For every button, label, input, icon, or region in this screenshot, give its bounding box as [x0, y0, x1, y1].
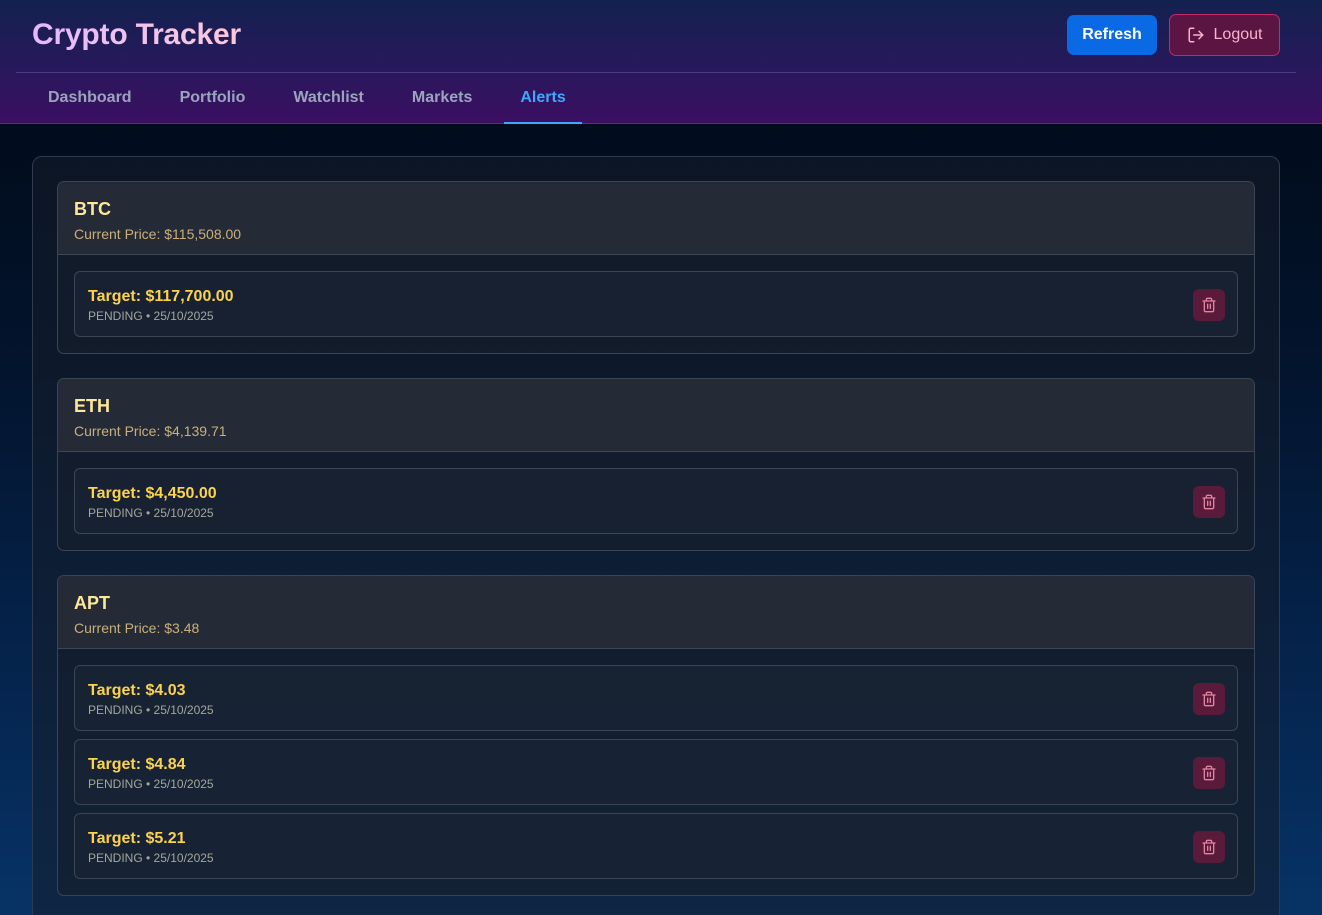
logout-button-label: Logout — [1213, 26, 1263, 43]
alert-status: PENDING • 25/10/2025 — [88, 703, 214, 717]
alert-target: Target: $4.84 — [88, 756, 186, 773]
logout-icon — [1188, 27, 1204, 43]
alert-target: Target: $117,700.00 — [88, 288, 234, 305]
alert-status: PENDING • 25/10/2025 — [88, 506, 214, 520]
tab-alerts[interactable]: Alerts — [504, 73, 583, 124]
trash-icon — [1202, 839, 1216, 855]
main-tabs: Dashboard Portfolio Watchlist Markets Al… — [32, 73, 598, 124]
coin-card-btc: BTC Current Price: $115,508.00 Target: $… — [57, 181, 1255, 354]
delete-alert-button[interactable] — [1193, 683, 1225, 715]
coin-card-header: APT Current Price: $3.48 — [58, 576, 1254, 649]
alert-target: Target: $4,450.00 — [88, 485, 217, 502]
alert-target: Target: $5.21 — [88, 830, 186, 847]
coin-card-eth: ETH Current Price: $4,139.71 Target: $4,… — [57, 378, 1255, 551]
alert-item: Target: $4.03 PENDING • 25/10/2025 — [74, 665, 1238, 731]
tab-watchlist[interactable]: Watchlist — [277, 73, 380, 123]
trash-icon — [1202, 297, 1216, 313]
logout-button[interactable]: Logout — [1169, 14, 1280, 56]
coin-symbol: BTC — [74, 199, 111, 219]
delete-alert-button[interactable] — [1193, 486, 1225, 518]
app-header: Crypto Tracker Refresh Logout Dashboard … — [0, 0, 1322, 124]
coin-card-header: ETH Current Price: $4,139.71 — [58, 379, 1254, 452]
coin-symbol: APT — [74, 593, 110, 613]
refresh-button-label: Refresh — [1082, 26, 1142, 43]
refresh-button[interactable]: Refresh — [1067, 15, 1157, 55]
alert-status: PENDING • 25/10/2025 — [88, 777, 214, 791]
alert-status: PENDING • 25/10/2025 — [88, 309, 214, 323]
trash-icon — [1202, 765, 1216, 781]
alert-item: Target: $5.21 PENDING • 25/10/2025 — [74, 813, 1238, 879]
coin-card-apt: APT Current Price: $3.48 Target: $4.03 P… — [57, 575, 1255, 896]
tab-dashboard[interactable]: Dashboard — [32, 73, 148, 123]
current-price: Current Price: $4,139.71 — [74, 423, 227, 439]
coin-card-header: BTC Current Price: $115,508.00 — [58, 182, 1254, 255]
alert-item: Target: $4,450.00 PENDING • 25/10/2025 — [74, 468, 1238, 534]
alert-target: Target: $4.03 — [88, 682, 186, 699]
trash-icon — [1202, 691, 1216, 707]
delete-alert-button[interactable] — [1193, 757, 1225, 789]
alert-status: PENDING • 25/10/2025 — [88, 851, 214, 865]
trash-icon — [1202, 494, 1216, 510]
coin-symbol: ETH — [74, 396, 110, 416]
current-price: Current Price: $115,508.00 — [74, 226, 242, 242]
delete-alert-button[interactable] — [1193, 831, 1225, 863]
alert-item: Target: $4.84 PENDING • 25/10/2025 — [74, 739, 1238, 805]
tab-markets[interactable]: Markets — [396, 73, 488, 123]
tab-portfolio[interactable]: Portfolio — [164, 73, 262, 123]
alert-item: Target: $117,700.00 PENDING • 25/10/2025 — [74, 271, 1238, 337]
delete-alert-button[interactable] — [1193, 289, 1225, 321]
app-title: Crypto Tracker — [32, 18, 241, 51]
current-price: Current Price: $3.48 — [74, 620, 200, 636]
